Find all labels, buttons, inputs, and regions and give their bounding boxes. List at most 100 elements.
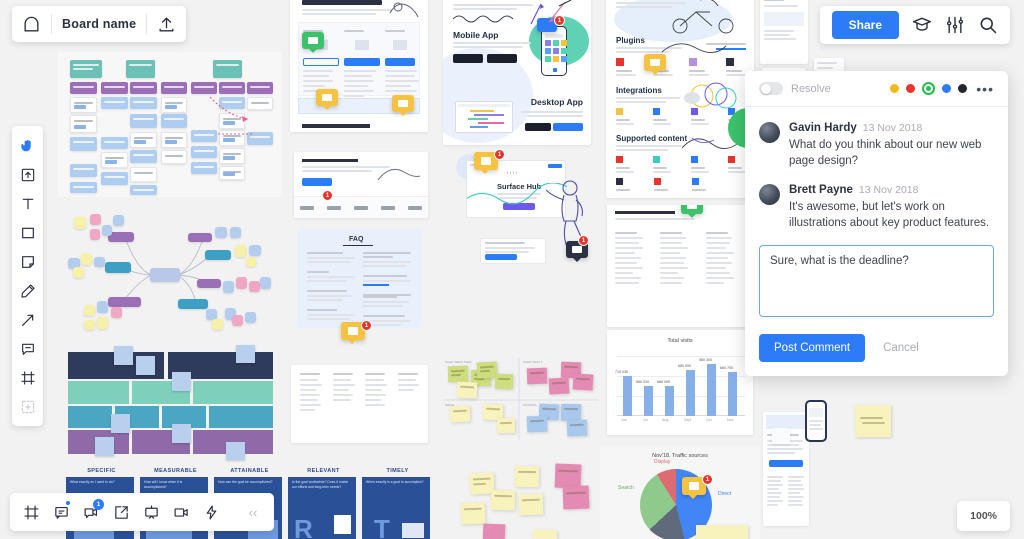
story-card[interactable]: [191, 162, 217, 174]
mindmap-sticky[interactable]: [235, 245, 246, 257]
mindmap-sticky[interactable]: [249, 245, 261, 256]
canvas-sticky[interactable]: [226, 442, 245, 460]
sticky-note-tool[interactable]: [12, 247, 43, 276]
color-dot-green[interactable]: [922, 82, 936, 95]
color-dot-red[interactable]: [906, 84, 916, 93]
mindmap-node[interactable]: [105, 262, 131, 273]
canvas-sticky[interactable]: [111, 414, 130, 433]
add-tool[interactable]: [12, 392, 43, 421]
sticky-note[interactable]: [482, 523, 506, 539]
mindmap-sticky[interactable]: [74, 217, 86, 229]
story-card[interactable]: [247, 82, 273, 94]
color-dot-blue[interactable]: [942, 84, 952, 93]
sticky-note[interactable]: [572, 373, 594, 391]
feature-item[interactable]: [654, 178, 668, 191]
feature-item[interactable]: [616, 58, 636, 76]
zoom-level-indicator[interactable]: 100%: [957, 501, 1010, 531]
smart-column[interactable]: RELEVANT Is the goal worthwhile? Does it…: [288, 466, 359, 539]
shape-tool[interactable]: [12, 218, 43, 247]
mindmap-sticky[interactable]: [94, 257, 105, 267]
wireframe-mockup[interactable]: [772, 428, 790, 444]
canvas-sticky[interactable]: [172, 372, 191, 391]
sticky-note[interactable]: [456, 381, 478, 399]
sticky-note[interactable]: [449, 405, 471, 423]
integration-logos-mockup[interactable]: 1: [294, 152, 428, 218]
canvas-sticky[interactable]: [236, 345, 255, 363]
color-dot-black[interactable]: [958, 84, 968, 93]
text-tool[interactable]: [12, 189, 43, 218]
mindmap-sticky[interactable]: [113, 215, 124, 226]
sticky-note[interactable]: [494, 373, 514, 390]
sticky-note[interactable]: [447, 365, 469, 383]
sticky-note[interactable]: [526, 367, 548, 385]
mindmap-sticky[interactable]: [84, 305, 95, 316]
frame-tool[interactable]: [12, 363, 43, 392]
app-store-badge[interactable]: [453, 54, 483, 63]
feature-item[interactable]: [653, 156, 672, 173]
story-card[interactable]: [130, 114, 157, 128]
board-name-label[interactable]: Board name: [62, 17, 136, 31]
canvas-cell[interactable]: [193, 381, 273, 404]
sticky-note[interactable]: [460, 502, 486, 525]
story-card[interactable]: [70, 182, 97, 193]
comment-input[interactable]: [759, 245, 994, 318]
comment-tool[interactable]: [12, 334, 43, 363]
story-card[interactable]: [130, 132, 157, 148]
mindmap-node[interactable]: [108, 297, 141, 307]
upload-box-tool[interactable]: [12, 160, 43, 189]
download-mac-button[interactable]: [525, 123, 551, 131]
sticky-note[interactable]: [562, 485, 590, 510]
mindmap-sticky[interactable]: [245, 312, 256, 323]
comment-badge[interactable]: 1: [361, 320, 372, 331]
sticky-note[interactable]: [560, 403, 582, 422]
mindmap-sticky[interactable]: [111, 307, 122, 318]
google-play-badge[interactable]: [487, 54, 517, 63]
comment-bubble[interactable]: [316, 89, 338, 110]
story-card[interactable]: [70, 164, 97, 177]
comment-bubble[interactable]: [681, 205, 703, 218]
share-button[interactable]: Share: [831, 11, 899, 39]
pricing-tier[interactable]: [385, 27, 419, 92]
story-card[interactable]: [161, 82, 187, 94]
comment-badge[interactable]: 1: [578, 235, 589, 246]
app-landing-mockup[interactable]: Mobile App 1 Desktop App: [443, 0, 591, 145]
pricing-tier[interactable]: [344, 27, 380, 97]
story-card[interactable]: [70, 60, 102, 78]
total-visits-chart[interactable]: Total visits 710 030 560 030 680 009 680…: [607, 330, 753, 435]
mind-map-board[interactable]: [60, 205, 285, 340]
mindmap-node[interactable]: [178, 299, 208, 309]
mindmap-sticky[interactable]: [90, 229, 100, 240]
story-card[interactable]: [130, 185, 157, 195]
lightning-tool[interactable]: [196, 497, 226, 527]
mindmap-node[interactable]: [205, 250, 231, 260]
story-card[interactable]: [126, 60, 155, 78]
sticky-note[interactable]: [514, 465, 540, 488]
surface-hub-mockup[interactable]: \\\/ Surface Hub 1 1: [456, 146, 589, 266]
sticky-note[interactable]: [696, 525, 748, 539]
pen-tool[interactable]: [12, 276, 43, 305]
story-card[interactable]: [130, 82, 157, 94]
story-card[interactable]: [101, 172, 128, 185]
story-card[interactable]: [101, 82, 128, 94]
footer-mockup[interactable]: [291, 365, 428, 443]
story-card[interactable]: [191, 130, 217, 142]
graduation-cap-icon[interactable]: [912, 15, 932, 35]
feature-item[interactable]: [616, 108, 634, 125]
comment-bubble[interactable]: [392, 95, 414, 116]
chat-tool[interactable]: [46, 497, 76, 527]
sticky-note[interactable]: [490, 489, 516, 511]
story-card[interactable]: [219, 148, 245, 164]
story-card[interactable]: [161, 150, 187, 164]
mindmap-sticky[interactable]: [230, 227, 241, 238]
search-icon[interactable]: [978, 15, 998, 35]
story-card[interactable]: [70, 82, 97, 94]
sticky-note[interactable]: [855, 405, 891, 437]
mindmap-sticky[interactable]: [215, 227, 227, 238]
mockup-cta-button[interactable]: [302, 178, 332, 186]
download-win-button[interactable]: [553, 123, 583, 131]
comment-badge[interactable]: 1: [494, 149, 505, 160]
pricing-page-mockup[interactable]: [290, 0, 428, 132]
story-card[interactable]: [101, 152, 128, 168]
comment-badge[interactable]: 1: [322, 190, 333, 201]
resolve-toggle[interactable]: [759, 82, 783, 95]
